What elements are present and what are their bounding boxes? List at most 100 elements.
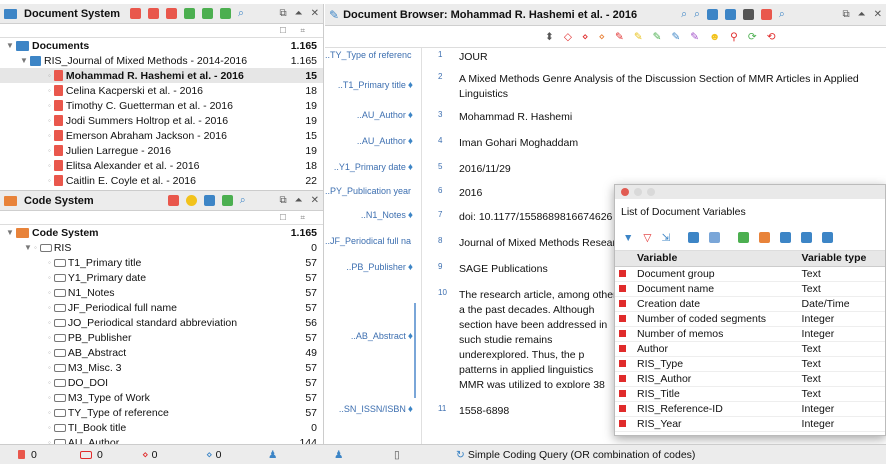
document-row[interactable]: ◦ Celina Kacperski et al. - 2016 18 <box>0 83 323 98</box>
undo-icon[interactable]: ⟲ <box>767 31 776 43</box>
close-icon[interactable]: ✕ <box>874 9 882 20</box>
paragraph-text[interactable]: Iman Gohari Moghaddam <box>459 136 859 151</box>
code-row[interactable]: ◦ M3_Type of Work 57 <box>0 390 323 405</box>
color-code-blue-icon[interactable]: ✎ <box>671 31 680 43</box>
diamond-icon[interactable]: ◇ <box>564 31 572 43</box>
activate-icon[interactable] <box>147 8 159 19</box>
minimize-window-icon[interactable] <box>634 188 642 196</box>
code-row[interactable]: ◦ T1_Primary title 57 <box>0 255 323 270</box>
status-documents[interactable]: 0 <box>18 449 37 461</box>
chart-icon[interactable] <box>822 232 834 243</box>
import-icon[interactable] <box>165 8 177 19</box>
search-results-icon[interactable]: ⌕ <box>694 8 700 21</box>
variable-row[interactable]: RIS_Type Text <box>615 356 885 372</box>
frequency-icon[interactable] <box>801 232 813 243</box>
undock-icon[interactable]: ⧉ <box>279 8 286 19</box>
users-icon[interactable]: ♟ <box>268 449 277 461</box>
close-window-icon[interactable] <box>621 188 629 196</box>
document-row[interactable]: ◦ Jodi Summers Holtrop et al. - 2016 19 <box>0 113 323 128</box>
code-stripe-label[interactable]: ..JF_Periodical full na♦ <box>325 236 413 247</box>
new-text-icon[interactable] <box>183 8 195 19</box>
variable-view-icon[interactable] <box>709 232 721 243</box>
font-stepper[interactable]: ⬍ <box>545 31 554 43</box>
variable-row[interactable]: Number of coded segments Integer <box>615 311 885 327</box>
code-row[interactable]: ◦ JO_Periodical standard abbreviation 56 <box>0 315 323 330</box>
filter-off-icon[interactable]: ▽ <box>643 232 651 244</box>
code-stripe-label[interactable]: ..T1_Primary title ♦ <box>325 80 413 91</box>
variable-row[interactable]: RIS_Reference-ID Integer <box>615 401 885 417</box>
variable-row[interactable]: Author Text <box>615 341 885 357</box>
variable-type-column-header[interactable]: Variable type <box>797 251 885 267</box>
data-view-icon[interactable] <box>688 232 700 243</box>
code-stripe-label[interactable]: ..N1_Notes ♦ <box>325 210 413 221</box>
code-visibility-icon[interactable]: ⋄ <box>582 31 589 43</box>
paragraph-text[interactable]: A Mixed Methods Genre Analysis of the Di… <box>459 72 859 102</box>
code-system-searchbar[interactable]: ☐ ⌗ <box>0 211 323 225</box>
variable-row[interactable]: Creation date Date/Time <box>615 296 885 312</box>
new-document-icon[interactable] <box>129 8 141 19</box>
smiley-icon[interactable] <box>185 195 197 206</box>
document-row[interactable]: ◦ Timothy C. Guetterman et al. - 2016 19 <box>0 98 323 113</box>
variable-row[interactable]: RIS_Year Integer <box>615 416 885 432</box>
code-in-vivo-icon[interactable]: ⟳ <box>748 31 757 43</box>
document-row[interactable]: ◦ Elitsa Alexander et al. - 2016 18 <box>0 158 323 173</box>
document-row[interactable]: ◦ Caitlin E. Coyle et al. - 2016 22 <box>0 173 323 188</box>
paragraph-text[interactable]: 2016/11/29 <box>459 162 859 177</box>
paragraph-text[interactable]: JOUR <box>459 50 859 65</box>
new-variable-icon[interactable] <box>738 232 750 243</box>
color-code-purple-icon[interactable]: ✎ <box>690 31 699 43</box>
list-icon[interactable] <box>706 9 718 20</box>
code-row[interactable]: ◦ AU_Author 144 <box>0 435 323 444</box>
code-stripe-label[interactable]: ..TY_Type of referenc♦ <box>325 50 413 61</box>
code-stripe-label[interactable]: ..PB_Publisher ♦ <box>325 262 413 273</box>
status-other[interactable]: ⋄ 0 <box>206 449 221 461</box>
documents-root-row[interactable]: ▼ Documents 1.165 <box>0 38 323 53</box>
variable-row[interactable]: Number of memos Integer <box>615 326 885 342</box>
code-group-row[interactable]: ▼ ◦ RIS 0 <box>0 240 323 255</box>
color-code-yellow-icon[interactable]: ✎ <box>634 31 643 43</box>
overview-icon[interactable] <box>203 195 215 206</box>
code-row[interactable]: ◦ TY_Type of reference 57 <box>0 405 323 420</box>
status-codes[interactable]: 0 <box>80 449 103 461</box>
code-system-root-row[interactable]: ▼ Code System 1.165 <box>0 225 323 240</box>
color-code-red-icon[interactable]: ✎ <box>615 31 624 43</box>
search-icon[interactable]: ⌕ <box>240 194 246 207</box>
document-row[interactable]: ◦ Julien Larregue - 2016 19 <box>0 143 323 158</box>
search-icon[interactable]: ⌕ <box>681 8 687 21</box>
code-row[interactable]: ◦ N1_Notes 57 <box>0 285 323 300</box>
code-row[interactable]: ◦ PB_Publisher 57 <box>0 330 323 345</box>
variable-column-header[interactable]: Variable <box>633 251 798 267</box>
variable-row[interactable]: Document group Text <box>615 266 885 282</box>
close-icon[interactable]: ✕ <box>311 195 319 206</box>
memo-icon[interactable]: ⚲ <box>730 31 738 43</box>
code-stripe-label[interactable]: ..AU_Author ♦ <box>325 136 413 147</box>
undock-icon[interactable]: ⧉ <box>842 9 849 20</box>
user-icon[interactable]: ♟ <box>334 449 343 461</box>
code-stripe-label[interactable]: ..AB_Abstract ♦ <box>325 331 413 342</box>
code-row[interactable]: ◦ TI_Book title 0 <box>0 420 323 435</box>
print-icon[interactable] <box>742 9 754 20</box>
set-icon[interactable] <box>219 8 231 19</box>
zoom-window-icon[interactable] <box>647 188 655 196</box>
variable-row[interactable]: RIS_Author Text <box>615 371 885 387</box>
code-toggle-icon[interactable]: ⋄ <box>598 31 605 43</box>
search-icon[interactable]: ⌕ <box>238 7 244 20</box>
collapse-icon[interactable]: ⏶ <box>295 195 303 206</box>
undock-icon[interactable]: ⧉ <box>279 195 286 206</box>
code-row[interactable]: ◦ M3_Misc. 3 57 <box>0 360 323 375</box>
status-memos[interactable]: ⋄ 0 <box>142 449 157 461</box>
new-table-icon[interactable] <box>201 8 213 19</box>
export-icon[interactable] <box>760 9 772 20</box>
code-row[interactable]: ◦ DO_DOI 57 <box>0 375 323 390</box>
code-stripe-label[interactable]: ..SN_ISSN/ISBN ♦ <box>325 404 413 415</box>
paragraph-text[interactable]: Mohammad R. Hashemi <box>459 110 859 125</box>
find-icon[interactable]: ⌕ <box>779 8 785 21</box>
emoticode-icon[interactable]: ☻ <box>709 31 720 43</box>
document-row[interactable]: ◦ Mohammad R. Hashemi et al. - 2016 15 <box>0 68 323 83</box>
close-icon[interactable]: ✕ <box>311 8 319 19</box>
edit-mode-icon[interactable] <box>724 9 736 20</box>
color-code-green-icon[interactable]: ✎ <box>653 31 662 43</box>
page-icon[interactable]: ▯ <box>394 449 400 461</box>
document-system-searchbar[interactable]: ☐ ⌗ <box>0 24 323 38</box>
coding-query-status[interactable]: ↻ Simple Coding Query (OR combination of … <box>456 449 695 461</box>
